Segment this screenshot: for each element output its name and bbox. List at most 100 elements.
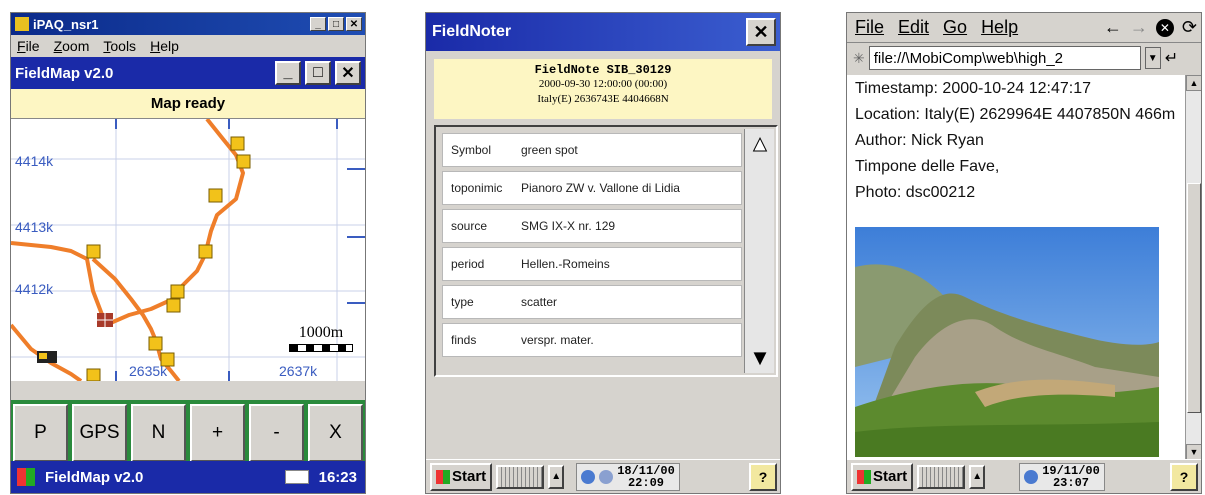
inner-close-button[interactable]: ✕ [335, 61, 361, 85]
start-label: Start [873, 468, 908, 485]
list-item[interactable]: type scatter [442, 285, 742, 319]
attribute-value: verspr. mater. [521, 333, 594, 347]
browser-device: File Edit Go Help ← → ✕ ⟳ ✳ file://\Mobi… [846, 12, 1202, 494]
start-label: Start [452, 468, 487, 485]
forward-arrow-icon[interactable]: → [1130, 17, 1148, 38]
minimize-button[interactable]: _ [310, 17, 326, 31]
exit-button[interactable]: X [308, 404, 363, 462]
scroll-down-icon[interactable]: ▼ [1186, 444, 1201, 460]
note-title: FieldNote SIB_30129 [534, 63, 672, 77]
menu-help[interactable]: Help [981, 17, 1018, 38]
network-icon[interactable] [581, 469, 596, 484]
input-menu-arrow-icon[interactable]: ▲ [969, 464, 986, 489]
close-button[interactable]: ✕ [746, 18, 776, 46]
inner-minimize-button[interactable]: _ [275, 61, 301, 85]
list-item[interactable]: Symbol green spot [442, 133, 742, 167]
note-location: Italy(E) 2636743E 4404668N [537, 93, 669, 105]
refresh-icon[interactable]: ⟳ [1182, 17, 1197, 38]
zoom-out-button[interactable]: - [249, 404, 304, 462]
address-input[interactable]: file://\MobiComp\web\high_2 [868, 46, 1141, 70]
app-icon [15, 17, 29, 31]
photo-caption: Photo: dsc00212 [855, 184, 976, 201]
taskbar: Start ▲ 18/11/00 22:09 ? [426, 459, 780, 493]
x-tick-label: 2635k [129, 363, 168, 379]
y-tick-label: 4412k [15, 281, 54, 297]
page-scrollbar[interactable]: ▲ ▼ [1185, 75, 1201, 460]
scrollbar[interactable]: ▲ ▼ [744, 129, 774, 373]
attribute-key: toponimic [451, 181, 503, 195]
taskbar-title: FieldMap v2.0 [45, 468, 144, 486]
scroll-up-icon[interactable]: ▲ [1186, 75, 1201, 91]
attribute-value: SMG IX-X nr. 129 [521, 219, 616, 233]
sync-icon[interactable] [599, 469, 614, 484]
menu-file[interactable]: File [17, 38, 40, 54]
stop-icon[interactable]: ✕ [1155, 18, 1174, 37]
start-flag-icon[interactable] [17, 468, 35, 486]
list-item[interactable]: source SMG IX-X nr. 129 [442, 209, 742, 243]
note-header: FieldNote SIB_30129 2000-09-30 12:00:00 … [434, 59, 772, 119]
close-button[interactable]: ✕ [346, 17, 362, 31]
scale-label: 1000m [298, 324, 344, 341]
attribute-key: period [451, 257, 485, 271]
browser-menubar: File Edit Go Help ← → ✕ ⟳ [847, 13, 1201, 43]
menu-edit[interactable]: Edit [898, 17, 929, 38]
status-bar: Map ready [11, 89, 365, 119]
menu-tools[interactable]: Tools [103, 38, 136, 54]
keyboard-icon[interactable] [284, 470, 309, 484]
list-item[interactable]: period Hellen.-Romeins [442, 247, 742, 281]
keyboard-icon[interactable] [917, 464, 966, 489]
scroll-thumb[interactable] [1187, 183, 1201, 413]
location-text: Location: Italy(E) 2629964E 4407850N 466… [855, 106, 1176, 123]
map-scale-bar: 1000m [289, 324, 353, 352]
x-tick-label: 2637k [279, 363, 318, 379]
author-text: Author: Nick Ryan [855, 132, 984, 149]
menu-go[interactable]: Go [943, 17, 967, 38]
menubar: File Zoom Tools Help [11, 35, 365, 57]
start-button[interactable]: Start [430, 462, 493, 491]
scale-bar-graphic [289, 344, 353, 352]
page-content: Timestamp: 2000-10-24 12:47:17 Location:… [847, 75, 1185, 460]
inner-maximize-button[interactable]: □ [305, 61, 331, 85]
window-titlebar: iPAQ_nsr1 _ □ ✕ [11, 13, 365, 35]
north-button[interactable]: N [131, 404, 186, 462]
help-icon[interactable]: ? [1170, 462, 1198, 491]
y-tick-label: 4414k [15, 153, 54, 169]
menu-help[interactable]: Help [150, 38, 179, 54]
gps-button[interactable]: GPS [72, 404, 127, 462]
fieldnoter-titlebar: FieldNoter ✕ [426, 13, 780, 51]
maximize-button[interactable]: □ [328, 17, 344, 31]
attribute-value: Pianoro ZW v. Vallone di Lidia [521, 181, 680, 195]
tray-time: 23:07 [1052, 475, 1089, 490]
network-icon[interactable] [1024, 469, 1039, 484]
photo-graphic [855, 227, 1159, 457]
place-text: Timpone delle Fave, [855, 158, 1000, 175]
tray-time: 22:09 [627, 475, 664, 490]
help-icon[interactable]: ? [749, 462, 777, 491]
p-button[interactable]: P [13, 404, 68, 462]
list-item[interactable]: toponimic Pianoro ZW v. Vallone di Lidia [442, 171, 742, 205]
taskbar-time: 16:23 [318, 468, 357, 486]
zoom-in-button[interactable]: + [190, 404, 245, 462]
scroll-up-icon[interactable]: ▲ [745, 129, 775, 159]
back-arrow-icon[interactable]: ← [1104, 17, 1122, 38]
address-dropdown-icon[interactable]: ▼ [1144, 47, 1161, 69]
address-globe-icon: ✳ [853, 49, 865, 66]
map-canvas[interactable]: 4414k 4413k 4412k 2635k 2637k 1000m [11, 119, 365, 381]
tray-date: 18/11/00 [617, 463, 675, 478]
system-tray: 18/11/00 22:09 [576, 462, 680, 491]
input-menu-arrow-icon[interactable]: ▲ [548, 464, 565, 489]
start-button[interactable]: Start [851, 462, 914, 491]
y-tick-label: 4413k [15, 219, 54, 235]
keyboard-icon[interactable] [496, 464, 545, 489]
timestamp-text: Timestamp: 2000-10-24 12:47:17 [855, 80, 1091, 97]
scroll-down-icon[interactable]: ▼ [745, 343, 775, 373]
windows-flag-icon [857, 469, 871, 484]
taskbar: FieldMap v2.0 16:23 [11, 461, 365, 493]
go-icon[interactable]: ↵ [1165, 48, 1178, 68]
menu-file[interactable]: File [855, 17, 884, 38]
fieldnoter-device: FieldNoter ✕ FieldNote SIB_30129 2000-09… [425, 12, 781, 494]
fieldnoter-title: FieldNoter [432, 23, 512, 40]
list-item[interactable]: finds verspr. mater. [442, 323, 742, 357]
menu-zoom[interactable]: Zoom [54, 38, 90, 54]
attribute-key: source [451, 219, 488, 233]
